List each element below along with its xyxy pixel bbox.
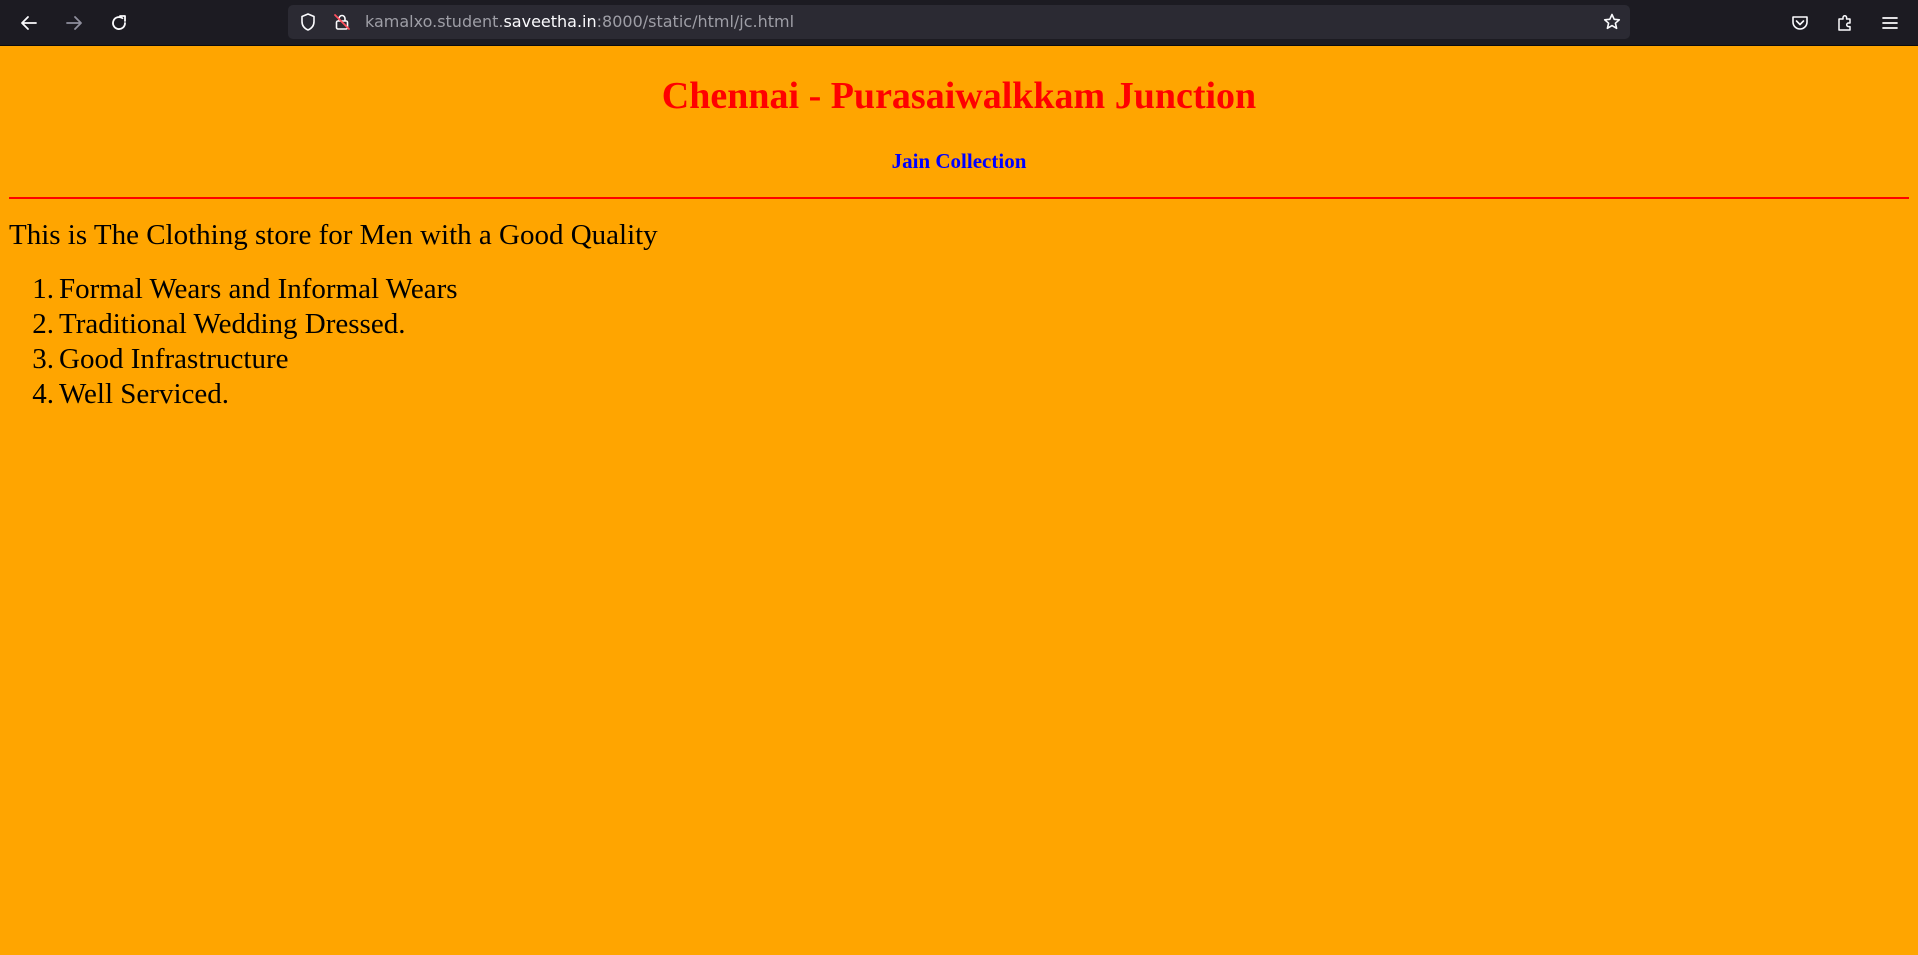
url-prefix: kamalxo.student. — [365, 12, 504, 31]
address-bar[interactable]: kamalxo.student.saveetha.in:8000/static/… — [288, 5, 1630, 39]
url-suffix: :8000/static/html/jc.html — [596, 12, 795, 31]
list-item-number: 3. — [32, 343, 54, 375]
list-item-text: Well Serviced. — [59, 378, 229, 410]
back-arrow-icon — [21, 16, 37, 30]
browser-toolbar: kamalxo.student.saveetha.in:8000/static/… — [0, 0, 1918, 46]
intro-text: This is The Clothing store for Men with … — [9, 219, 658, 251]
reload-button[interactable] — [104, 8, 134, 38]
pocket-button[interactable] — [1785, 8, 1815, 38]
list-item-number: 4. — [32, 378, 54, 410]
url-text[interactable]: kamalxo.student.saveetha.in:8000/static/… — [365, 5, 794, 39]
menu-button[interactable] — [1875, 8, 1905, 38]
shield-icon — [301, 13, 315, 31]
list-item-text: Formal Wears and Informal Wears — [59, 273, 458, 305]
forward-button[interactable] — [59, 8, 89, 38]
page-content: Chennai - Purasaiwalkkam Junction Jain C… — [0, 47, 1918, 955]
bookmark-button[interactable] — [1599, 5, 1625, 39]
forward-arrow-icon — [66, 16, 82, 30]
extensions-icon — [1838, 14, 1851, 31]
back-button[interactable] — [14, 8, 44, 38]
extensions-button[interactable] — [1830, 8, 1860, 38]
pocket-icon — [1792, 16, 1808, 30]
url-host: saveetha.in — [503, 12, 597, 31]
list-item-number: 1. — [32, 273, 54, 305]
divider — [9, 197, 1909, 199]
reload-icon — [112, 15, 126, 30]
page-title: Chennai - Purasaiwalkkam Junction — [661, 75, 1257, 117]
list-item-text: Good Infrastructure — [59, 343, 289, 375]
list-item-text: Traditional Wedding Dressed. — [59, 308, 406, 340]
bookmark-star-icon — [1603, 13, 1621, 30]
site-security-button[interactable] — [329, 5, 355, 39]
menu-icon — [1882, 17, 1898, 29]
list-item-number: 2. — [32, 308, 54, 340]
tracking-protection-button[interactable] — [295, 5, 321, 39]
lock-icon — [334, 14, 350, 30]
store-name: Jain Collection — [891, 149, 1027, 173]
